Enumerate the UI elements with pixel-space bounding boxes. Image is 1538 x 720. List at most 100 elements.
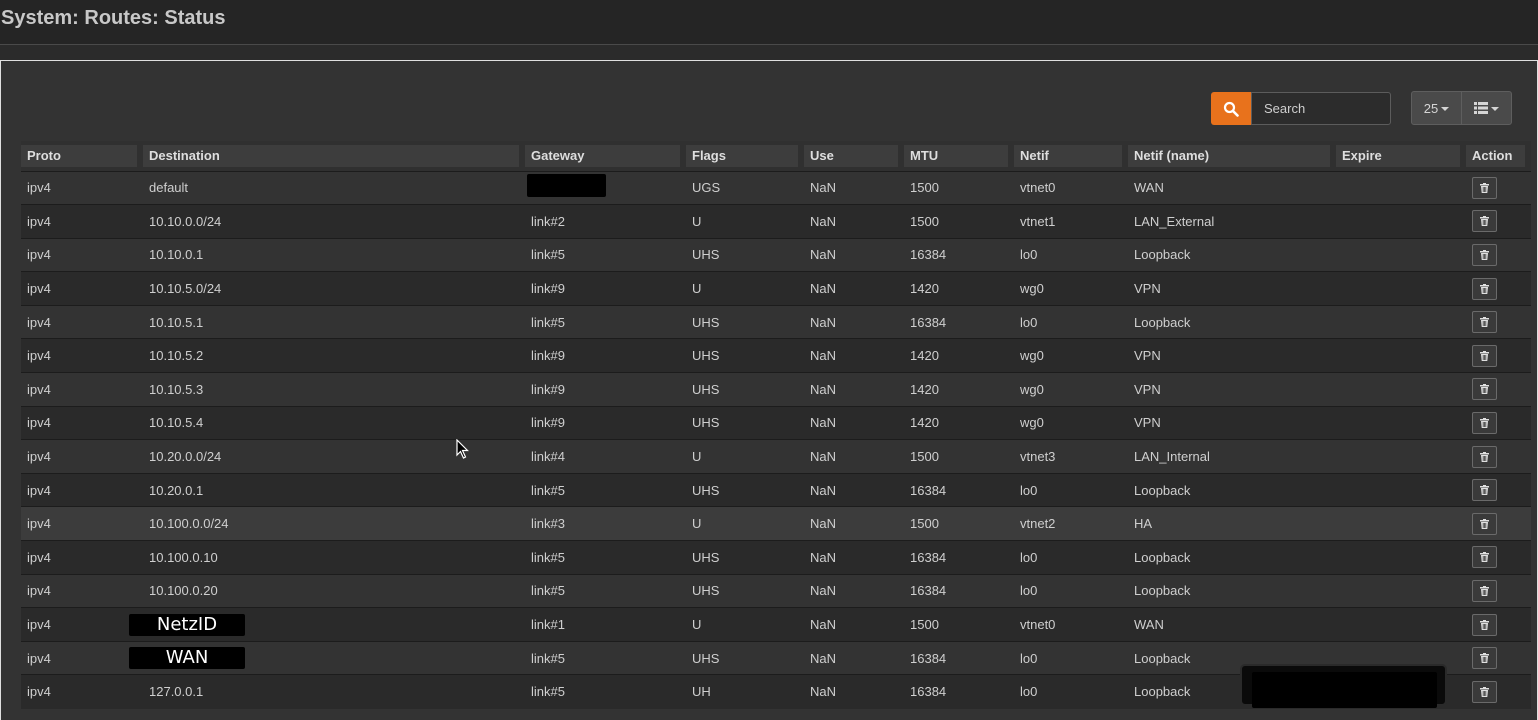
cell-expire xyxy=(1336,473,1466,507)
delete-route-button[interactable] xyxy=(1472,647,1497,670)
cell-destination: 10.10.0.1 xyxy=(149,247,204,263)
cell-use: NaN xyxy=(810,314,837,330)
delete-route-button[interactable] xyxy=(1472,579,1497,602)
delete-route-button[interactable] xyxy=(1472,378,1497,401)
table-row: ipv4 10.100.0.20 link#5 UHS NaN 16384 lo0 Loopb… xyxy=(21,574,1531,608)
delete-route-button[interactable] xyxy=(1472,479,1497,502)
cell-flags: U xyxy=(692,516,702,532)
trash-icon xyxy=(1480,552,1489,563)
column-selector-dropdown[interactable] xyxy=(1461,91,1512,125)
column-header-proto[interactable]: Proto xyxy=(21,141,143,171)
cell-expire xyxy=(1336,574,1466,608)
cell-mtu: 1500 xyxy=(910,449,939,465)
delete-route-button[interactable] xyxy=(1472,445,1497,468)
trash-icon xyxy=(1480,350,1489,361)
search-input[interactable] xyxy=(1251,92,1391,125)
cell-destination: 10.10.5.1 xyxy=(149,314,204,330)
delete-route-button[interactable] xyxy=(1472,311,1497,334)
cell-flags: U xyxy=(692,449,702,465)
cell-netif: lo0 xyxy=(1020,482,1038,498)
cell-gateway: link#2 xyxy=(531,213,565,229)
cell-mtu: 16384 xyxy=(910,314,947,330)
delete-route-button[interactable] xyxy=(1472,546,1497,569)
table-row: ipv4 10.100.0.10 link#5 UHS NaN 16384 lo0 Loopb… xyxy=(21,540,1531,575)
delete-route-button[interactable] xyxy=(1472,512,1497,535)
table-row: ipv4 10.10.5.3 link#9 UHS NaN 1420 wg0 VPN xyxy=(21,372,1531,407)
table-row: ipv4 10.10.5.4 link#9 UHS NaN 1420 wg0 VPN xyxy=(21,406,1531,440)
search-button[interactable] xyxy=(1211,92,1251,125)
cell-expire xyxy=(1336,373,1466,407)
cell-expire xyxy=(1336,608,1466,642)
column-header-mtu[interactable]: MTU xyxy=(904,141,1014,171)
cell-netif-name: WAN xyxy=(1134,180,1164,196)
delete-route-button[interactable] xyxy=(1472,613,1497,636)
cell-netif: vtnet0 xyxy=(1020,180,1056,196)
delete-route-button[interactable] xyxy=(1472,243,1497,266)
search-icon xyxy=(1223,101,1239,117)
redacted-gateway xyxy=(527,173,606,197)
trash-icon xyxy=(1480,653,1489,664)
cell-netif: lo0 xyxy=(1020,247,1038,263)
cell-proto: ipv4 xyxy=(27,348,51,364)
cell-netif: lo0 xyxy=(1020,650,1038,666)
cell-action xyxy=(1466,507,1531,541)
cell-use: NaN xyxy=(810,281,837,297)
cell-proto: ipv4 xyxy=(27,516,51,532)
cell-destination: 10.10.5.0/24 xyxy=(149,281,222,297)
redacted-destination-label: NetzID xyxy=(129,613,245,636)
cell-action xyxy=(1466,171,1531,205)
cell-proto: ipv4 xyxy=(27,381,51,397)
cell-gateway: link#9 xyxy=(531,381,565,397)
column-header-netif[interactable]: Netif xyxy=(1014,141,1128,171)
cell-action xyxy=(1466,339,1531,373)
cell-netif: vtnet3 xyxy=(1020,449,1056,465)
column-header-netif-name[interactable]: Netif (name) xyxy=(1128,141,1336,171)
cell-flags: UGS xyxy=(692,180,721,196)
column-header-expire[interactable]: Expire xyxy=(1336,141,1466,171)
cell-expire xyxy=(1336,339,1466,373)
cell-mtu: 1500 xyxy=(910,617,939,633)
delete-route-button[interactable] xyxy=(1472,277,1497,300)
cell-gateway: link#1 xyxy=(531,617,565,633)
cell-mtu: 16384 xyxy=(910,247,947,263)
trash-icon xyxy=(1480,585,1489,596)
cell-mtu: 1420 xyxy=(910,348,939,364)
cell-destination: 10.100.0.0/24 xyxy=(149,516,229,532)
cell-proto: ipv4 xyxy=(27,180,51,196)
cell-gateway: link#3 xyxy=(531,516,565,532)
cell-netif-name: LAN_Internal xyxy=(1134,449,1210,465)
cell-proto: ipv4 xyxy=(27,449,51,465)
page-size-dropdown[interactable]: 25 xyxy=(1411,91,1462,125)
delete-route-button[interactable] xyxy=(1472,210,1497,233)
cell-netif-name: VPN xyxy=(1134,415,1161,431)
cell-proto: ipv4 xyxy=(27,583,51,599)
column-header-gateway[interactable]: Gateway xyxy=(525,141,686,171)
delete-route-button[interactable] xyxy=(1472,176,1497,199)
cell-use: NaN xyxy=(810,482,837,498)
cell-use: NaN xyxy=(810,650,837,666)
column-header-action: Action xyxy=(1466,141,1531,171)
cell-netif: wg0 xyxy=(1020,281,1044,297)
cell-action xyxy=(1466,305,1531,339)
cell-expire xyxy=(1336,406,1466,440)
cell-gateway: link#5 xyxy=(531,314,565,330)
cell-netif: vtnet1 xyxy=(1020,213,1056,229)
cell-flags: UHS xyxy=(692,583,720,599)
cell-use: NaN xyxy=(810,213,837,229)
page-size-value: 25 xyxy=(1423,100,1439,116)
cell-expire xyxy=(1336,541,1466,575)
delete-route-button[interactable] xyxy=(1472,344,1497,367)
delete-route-button[interactable] xyxy=(1472,411,1497,434)
cell-destination: WAN xyxy=(129,641,525,675)
cell-mtu: 16384 xyxy=(910,583,947,599)
cell-proto: ipv4 xyxy=(27,482,51,498)
column-header-flags[interactable]: Flags xyxy=(686,141,804,171)
cell-netif-name: VPN xyxy=(1134,281,1161,297)
cell-netif: wg0 xyxy=(1020,381,1044,397)
cell-use: NaN xyxy=(810,180,837,196)
delete-route-button[interactable] xyxy=(1472,680,1497,703)
column-header-destination[interactable]: Destination xyxy=(143,141,525,171)
cell-action xyxy=(1466,272,1531,306)
cell-destination: 10.100.0.20 xyxy=(149,583,218,599)
column-header-use[interactable]: Use xyxy=(804,141,904,171)
